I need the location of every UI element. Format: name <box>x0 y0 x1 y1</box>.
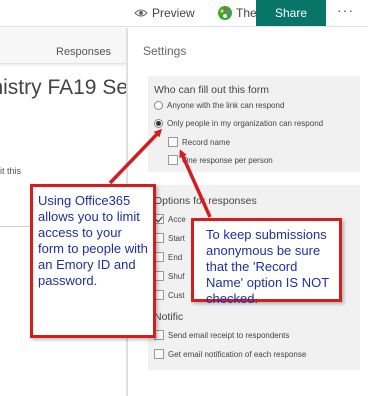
custom-thank-you-checkbox[interactable]: Cust <box>154 290 184 300</box>
org-only-label: Only people in my organization can respo… <box>167 119 324 128</box>
preview-button[interactable]: Preview <box>152 6 195 20</box>
shuffle-label: Shuf <box>168 271 185 281</box>
record-name-callout: To keep submissions anonymous be sure th… <box>191 218 342 306</box>
one-response-label: One response per person <box>182 155 273 165</box>
start-label: Start <box>168 233 185 243</box>
end-date-checkbox[interactable]: End <box>154 252 182 262</box>
record-name-checkbox[interactable]: Record name <box>168 137 230 147</box>
tab-responses[interactable]: Responses <box>56 46 111 58</box>
options-title: Options for responses <box>154 195 257 207</box>
radio-icon <box>154 101 163 110</box>
share-button[interactable]: Share <box>256 0 326 26</box>
editor-tabs: Responses <box>0 28 128 64</box>
top-bar: Preview Theme Share ··· <box>0 0 368 27</box>
who-can-fill-group: Who can fill out this form Anyone with t… <box>148 76 360 172</box>
email-receipt-label: Send email receipt to respondents <box>168 330 290 340</box>
settings-panel: Settings Who can fill out this form Anyo… <box>128 28 368 396</box>
record-name-label: Record name <box>182 137 231 147</box>
checkbox-icon <box>154 349 164 359</box>
settings-title: Settings <box>143 44 187 58</box>
one-response-checkbox[interactable]: One response per person <box>168 155 273 165</box>
checkbox-icon <box>168 155 178 165</box>
accept-label: Acce <box>168 214 186 224</box>
org-only-radio[interactable]: Only people in my organization can respo… <box>154 119 323 128</box>
who-can-fill-title: Who can fill out this form <box>154 84 269 96</box>
start-date-checkbox[interactable]: Start <box>154 233 185 243</box>
form-title[interactable]: nistry FA19 Se <box>0 76 128 100</box>
email-notification-label: Get email notification of each response <box>168 349 307 359</box>
office365-callout: Using Office365 allows you to limit acce… <box>30 184 156 338</box>
end-label: End <box>168 252 183 262</box>
accept-responses-checkbox[interactable]: Acce <box>154 214 186 224</box>
notifications-title: Notific <box>154 311 184 323</box>
email-notification-checkbox[interactable]: Get email notification of each response <box>154 349 306 359</box>
anyone-radio[interactable]: Anyone with the link can respond <box>154 101 284 110</box>
form-description-snippet: it this <box>0 166 22 176</box>
shuffle-checkbox[interactable]: Shuf <box>154 271 184 281</box>
anyone-label: Anyone with the link can respond <box>167 101 285 110</box>
eye-icon <box>134 9 148 17</box>
radio-selected-icon <box>154 119 163 128</box>
palette-icon <box>218 6 232 20</box>
more-options-button[interactable]: ··· <box>337 2 354 18</box>
custom-label: Cust <box>168 290 185 300</box>
email-receipt-checkbox[interactable]: Send email receipt to respondents <box>154 330 289 340</box>
checkbox-icon <box>168 137 178 147</box>
